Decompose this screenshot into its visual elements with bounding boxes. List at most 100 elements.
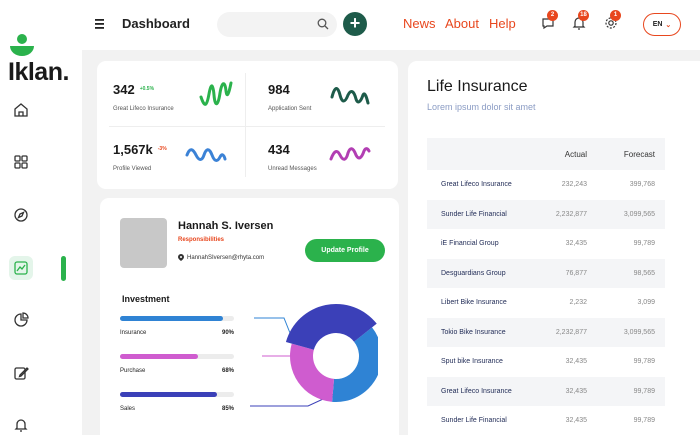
table-row[interactable]: iE Financial Group 32,435 99,789 [427, 229, 665, 259]
bell-icon[interactable] [10, 414, 32, 435]
life-insurance-panel: Life Insurance Lorem ipsum dolor sit ame… [408, 61, 700, 435]
stat-label: Application Sent [268, 106, 312, 112]
update-profile-button[interactable]: Update Profile [305, 239, 385, 262]
cell-name: Sunder Life Financial [441, 210, 507, 218]
cell-forecast: 98,565 [633, 269, 655, 277]
table-row[interactable]: Great Lifeco Insurance 232,243 399,768 [427, 170, 665, 200]
table-row[interactable]: Sput bike Insurance 32,435 99,789 [427, 347, 665, 377]
help-link[interactable]: Help [489, 16, 516, 31]
stat-unread-messages: 434 Unread Messages [268, 141, 317, 172]
email-text: HannahSIversen@rhyta.com [187, 254, 265, 261]
logo-icon [10, 34, 34, 56]
top-header: Dashboard + News About Help 2 18 1 EN ⌄ [82, 0, 700, 50]
divider [245, 73, 246, 177]
progress-track [120, 316, 234, 321]
avatar [120, 218, 167, 268]
stat-label: Unread Messages [268, 166, 317, 172]
progress-track [120, 392, 234, 397]
table-row[interactable]: Desguardians Group 76,877 98,565 [427, 258, 665, 288]
progress-fill [120, 392, 217, 397]
profile-role: Responsibilities [178, 237, 225, 243]
news-link[interactable]: News [403, 16, 436, 31]
cell-actual: 2,232,877 [555, 328, 587, 336]
home-icon[interactable] [10, 99, 32, 121]
bar-percent: 68% [221, 368, 234, 374]
trend-line [330, 87, 370, 105]
search-icon[interactable] [317, 18, 329, 30]
profile-card: Hannah S. Iversen Responsibilities Hanna… [100, 198, 399, 435]
bell-icon[interactable]: 18 [572, 10, 589, 32]
search-input[interactable] [217, 12, 337, 37]
connector-line [254, 317, 293, 339]
cell-forecast: 3,099,565 [623, 328, 655, 336]
cell-name: Desguardians Group [441, 269, 506, 277]
language-select[interactable]: EN ⌄ [643, 13, 681, 36]
insurance-table: Actual Forecast Great Lifeco Insurance 23… [427, 138, 665, 435]
stat-value: 342 [113, 82, 135, 97]
stat-change: +0.5% [139, 86, 155, 92]
trend-line [329, 147, 371, 161]
add-button[interactable]: + [343, 12, 367, 36]
logo-text: Iklan. [8, 58, 69, 86]
bar-percent: 90% [221, 330, 234, 336]
cell-forecast: 99,789 [633, 417, 655, 425]
compass-icon[interactable] [10, 204, 32, 226]
stats-card: 342 +0.5% Great Lifeco Insurance 984 Appl… [97, 61, 398, 189]
investment-bar-sales: Sales 85% [120, 392, 234, 412]
cell-name: Libert Bike Insurance [441, 299, 507, 307]
cell-name: Sput bike Insurance [441, 358, 503, 366]
cell-forecast: 399,768 [629, 181, 655, 189]
investment-title: Investment [122, 294, 170, 304]
cell-actual: 232,243 [561, 181, 587, 189]
active-indicator [61, 256, 66, 281]
cell-name: Tokio Bike Insurance [441, 328, 506, 336]
about-link[interactable]: About [445, 16, 479, 31]
stat-value: 1,567k [113, 142, 153, 157]
cell-actual: 2,232 [569, 299, 587, 307]
cell-actual: 32,435 [565, 387, 587, 395]
table-row[interactable]: Libert Bike Insurance 2,232 3,099 [427, 288, 665, 318]
cell-forecast: 99,789 [633, 387, 655, 395]
progress-track [120, 354, 234, 359]
table-row[interactable]: Sunder Life Financial 2,232,877 3,099,565 [427, 199, 665, 229]
profile-email: HannahSIversen@rhyta.com [178, 254, 264, 261]
chevron-down-icon: ⌄ [665, 21, 672, 29]
stat-value: 984 [268, 82, 290, 97]
stat-value: 434 [268, 142, 290, 157]
menu-icon[interactable] [95, 18, 106, 30]
stat-profile-viewed: 1,567k -3% Profile Viewed [113, 141, 167, 172]
table-row[interactable]: Sunder Life Financial 32,435 99,789 [427, 406, 665, 435]
cell-forecast: 3,099,565 [623, 210, 655, 218]
edit-icon[interactable] [10, 362, 32, 384]
table-row[interactable]: Tokio Bike Insurance 2,232,877 3,099,565 [427, 317, 665, 347]
cell-name: Great Lifeco Insurance [441, 181, 512, 189]
gear-badge: 1 [610, 10, 621, 21]
table-row[interactable]: Great Lifeco Insurance 32,435 99,789 [427, 376, 665, 406]
cell-actual: 32,435 [565, 240, 587, 248]
chart-icon[interactable] [9, 256, 33, 280]
chat-icon[interactable]: 2 [541, 10, 558, 32]
language-label: EN [652, 21, 663, 28]
cell-actual: 32,435 [565, 417, 587, 425]
cell-forecast: 99,789 [633, 358, 655, 366]
cell-actual: 32,435 [565, 358, 587, 366]
cell-actual: 2,232,877 [555, 210, 587, 218]
cell-name: Sunder Life Financial [441, 417, 507, 425]
cell-name: Great Lifeco Insurance [441, 387, 512, 395]
gear-icon[interactable]: 1 [604, 10, 621, 32]
stat-label: Great Lifeco Insurance [113, 106, 174, 112]
progress-fill [120, 354, 198, 359]
cell-forecast: 3,099 [637, 299, 655, 307]
pie-chart-icon[interactable] [10, 309, 32, 331]
bell-badge: 18 [578, 10, 589, 21]
column-actual: Actual [564, 149, 587, 159]
table-header: Actual Forecast [427, 138, 665, 170]
cell-actual: 76,877 [565, 269, 587, 277]
investment-bar-insurance: Insurance 90% [120, 316, 234, 336]
sidebar: Iklan. [0, 0, 82, 435]
stat-great-lifeco: 342 +0.5% Great Lifeco Insurance [113, 81, 174, 112]
location-pin-icon [178, 254, 184, 261]
apps-icon[interactable] [10, 151, 32, 173]
divider [109, 126, 385, 127]
panel-title: Life Insurance [427, 78, 528, 95]
